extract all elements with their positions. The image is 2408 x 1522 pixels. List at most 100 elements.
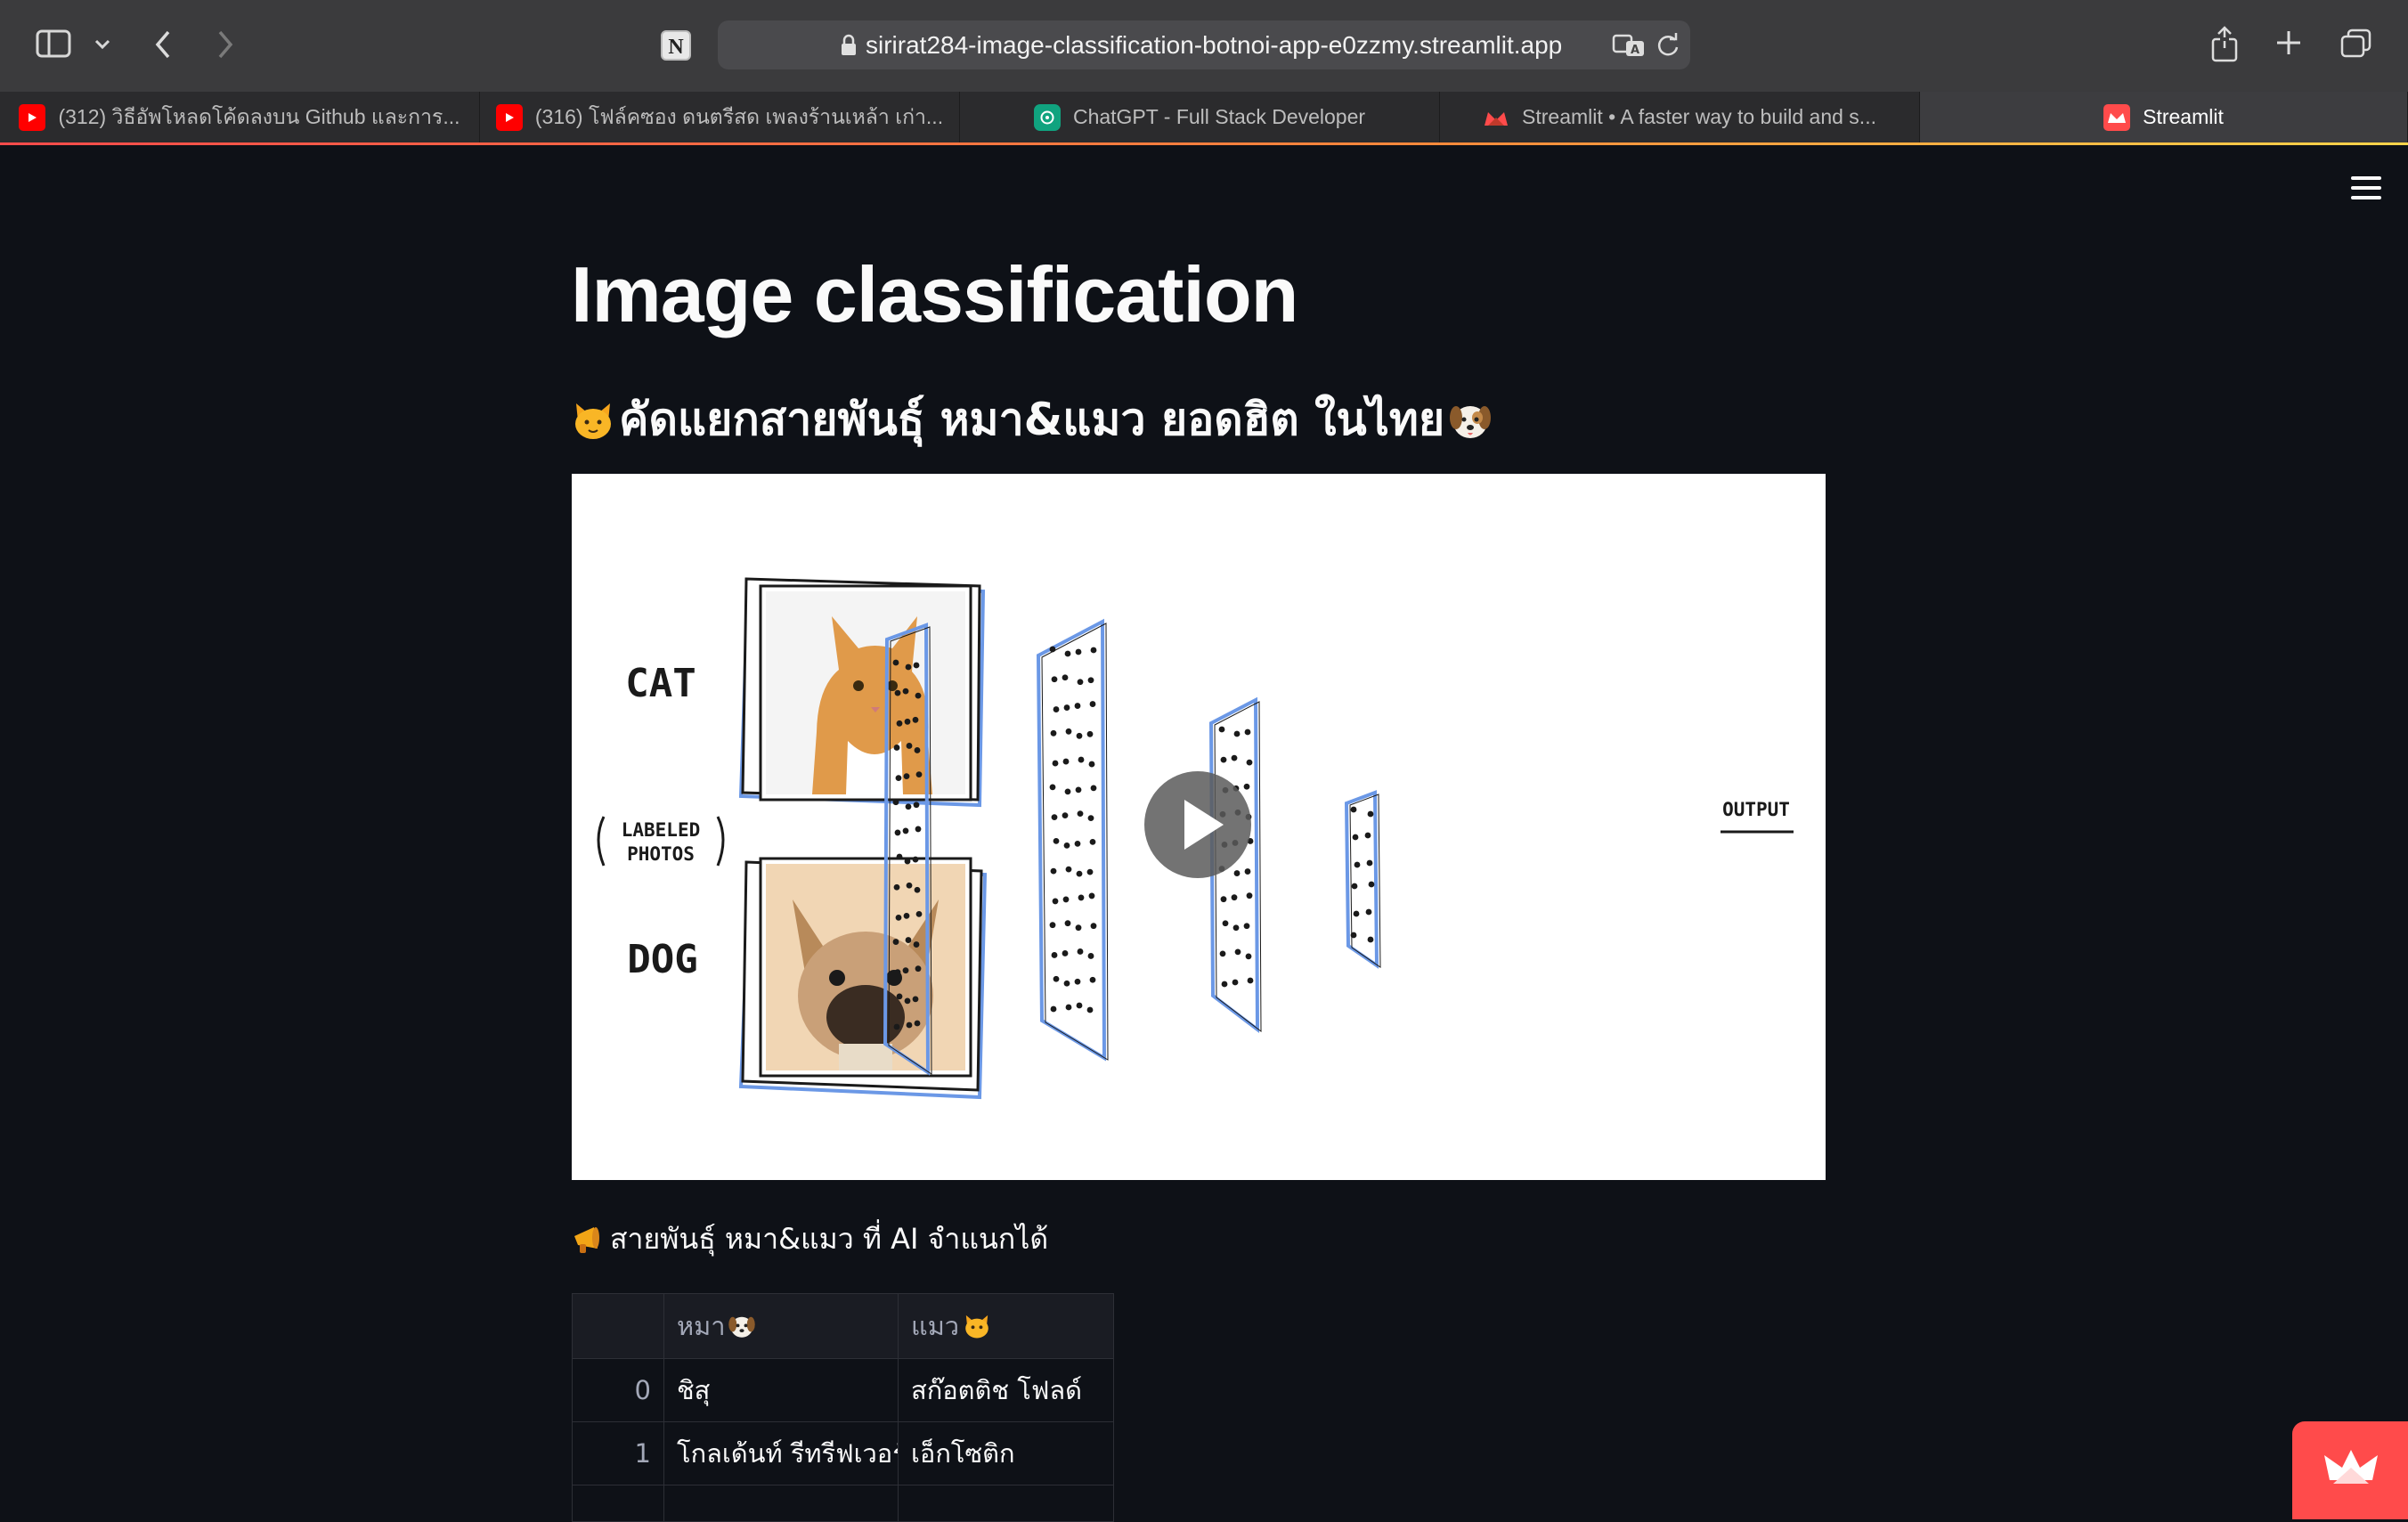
chatgpt-icon bbox=[1033, 103, 1061, 131]
svg-text:N: N bbox=[668, 36, 684, 59]
network-node bbox=[1220, 896, 1227, 903]
network-node bbox=[1232, 924, 1240, 932]
new-tab-icon[interactable] bbox=[2273, 27, 2305, 59]
network-node bbox=[892, 659, 899, 666]
tab-bar: (312) วิธีอัพโหลดโค้ดลงบน Github และการ.… bbox=[0, 92, 2408, 144]
subtitle-text: คัดแยกสายพันธุ์ หมา&แมว ยอดฮิต ในไทย bbox=[619, 394, 1445, 445]
tab-youtube-2[interactable]: (316) โฟล์คซอง ดนตรีสด เพลงร้านเหล้า เก่… bbox=[480, 92, 960, 142]
video-player[interactable]: CAT LABELED PHOTOS DOG OUTPUT bbox=[572, 474, 1826, 1180]
network-node bbox=[912, 996, 919, 1003]
tab-streamlit-site[interactable]: Streamlit • A faster way to build and s.… bbox=[1440, 92, 1920, 142]
table-row: 0 ชิสุ สก๊อตติช โฟลด์ bbox=[573, 1359, 1113, 1422]
streamlit-badge[interactable] bbox=[2292, 1421, 2408, 1519]
network-node bbox=[1090, 647, 1097, 654]
network-node bbox=[1222, 920, 1229, 927]
network-node bbox=[1231, 894, 1238, 901]
cat-face-icon bbox=[571, 398, 615, 443]
sidebar-toggle-icon[interactable] bbox=[36, 28, 71, 59]
network-node bbox=[903, 773, 910, 780]
network-node bbox=[1074, 703, 1081, 709]
network-node bbox=[913, 662, 920, 669]
label-cat: CAT bbox=[625, 661, 696, 706]
main-menu-icon[interactable] bbox=[2351, 176, 2381, 199]
address-bar[interactable]: sirirat284-image-classification-botnoi-a… bbox=[718, 20, 1690, 69]
network-node bbox=[915, 965, 922, 973]
network-node bbox=[1064, 650, 1071, 657]
cat-face-icon bbox=[963, 1312, 991, 1340]
network-node bbox=[1077, 948, 1084, 955]
network-node bbox=[903, 912, 910, 919]
network-node bbox=[1246, 892, 1253, 899]
network-node bbox=[1366, 859, 1373, 867]
network-node bbox=[1231, 754, 1238, 761]
table-row-partial bbox=[573, 1485, 1113, 1522]
network-node bbox=[1089, 701, 1096, 707]
breed-table: หมา แมว 0 ชิสุ สก๊อตติช โฟลด์ 1 โกลเด้นท… bbox=[572, 1293, 1114, 1522]
network-node bbox=[1049, 784, 1056, 791]
tab-streamlit-active[interactable]: Streamlit bbox=[1920, 92, 2408, 142]
network-node bbox=[1089, 976, 1096, 983]
tab-youtube-1[interactable]: (312) วิธีอัพโหลดโค้ดลงบน Github และการ.… bbox=[0, 92, 480, 142]
table-header-row: หมา แมว bbox=[573, 1294, 1113, 1359]
network-node bbox=[904, 858, 911, 865]
tab-chatgpt[interactable]: ChatGPT - Full Stack Developer bbox=[960, 92, 1440, 142]
network-node bbox=[902, 827, 909, 834]
column-header-dog[interactable]: หมา bbox=[664, 1294, 899, 1358]
caption-text: สายพันธุ์ หมา&แมว ที่ AI จำแนกได้ bbox=[610, 1222, 1049, 1256]
network-node bbox=[1049, 922, 1056, 929]
network-node bbox=[1246, 759, 1253, 766]
network-node bbox=[1233, 730, 1241, 737]
network-node bbox=[1075, 924, 1082, 932]
streamlit-icon bbox=[1483, 104, 1509, 131]
reload-icon[interactable] bbox=[1655, 31, 1681, 60]
network-node bbox=[1053, 837, 1060, 844]
youtube-icon bbox=[495, 103, 523, 131]
network-node bbox=[1087, 815, 1094, 822]
translate-icon[interactable]: A bbox=[1612, 31, 1647, 60]
network-node bbox=[893, 1023, 900, 1030]
network-node bbox=[1243, 923, 1250, 930]
streamlit-icon bbox=[2103, 103, 2131, 131]
network-node bbox=[905, 663, 912, 671]
network-node bbox=[896, 853, 903, 860]
network-node bbox=[1062, 674, 1069, 681]
network-node bbox=[906, 882, 913, 889]
tab-label: ChatGPT - Full Stack Developer bbox=[1072, 105, 1366, 128]
network-node bbox=[905, 937, 912, 943]
network-node bbox=[892, 799, 899, 806]
network-node bbox=[1220, 756, 1227, 763]
svg-text:A: A bbox=[1631, 44, 1639, 57]
play-button[interactable] bbox=[1144, 771, 1251, 878]
network-node bbox=[1051, 952, 1058, 958]
network-node bbox=[1367, 936, 1374, 943]
share-icon[interactable] bbox=[2207, 23, 2242, 64]
network-node bbox=[1076, 1002, 1083, 1009]
network-node bbox=[915, 771, 923, 778]
network-node bbox=[1090, 785, 1097, 792]
chevron-down-icon[interactable] bbox=[91, 34, 114, 55]
column-header-cat[interactable]: แมว bbox=[899, 1294, 1113, 1358]
row-index: 0 bbox=[573, 1359, 664, 1421]
back-icon[interactable] bbox=[148, 27, 178, 62]
network-node bbox=[1062, 950, 1069, 956]
tab-overview-icon[interactable] bbox=[2339, 27, 2374, 61]
dog-photo bbox=[738, 857, 988, 1100]
forward-icon[interactable] bbox=[210, 27, 240, 62]
network-node bbox=[912, 716, 919, 723]
tab-label: Streamlit bbox=[2143, 105, 2224, 128]
network-node bbox=[913, 802, 920, 809]
network-node bbox=[1234, 948, 1241, 956]
network-node bbox=[1244, 728, 1251, 736]
network-node bbox=[1233, 870, 1241, 876]
network-node bbox=[1063, 842, 1070, 849]
cat-breed-cell: เอ็กโซติก bbox=[911, 1438, 1015, 1469]
network-node bbox=[1078, 756, 1085, 763]
page-subtitle: คัดแยกสายพันธุ์ หมา&แมว ยอดฮิต ในไทย bbox=[571, 385, 1493, 455]
label-dog: DOG bbox=[627, 937, 697, 982]
page-load-progress bbox=[0, 142, 2408, 145]
network-node bbox=[1232, 979, 1239, 986]
network-node bbox=[1074, 840, 1081, 847]
network-node bbox=[1062, 758, 1070, 765]
tab-label: Streamlit • A faster way to build and s.… bbox=[1522, 105, 1876, 128]
notion-icon[interactable]: N bbox=[657, 27, 695, 64]
